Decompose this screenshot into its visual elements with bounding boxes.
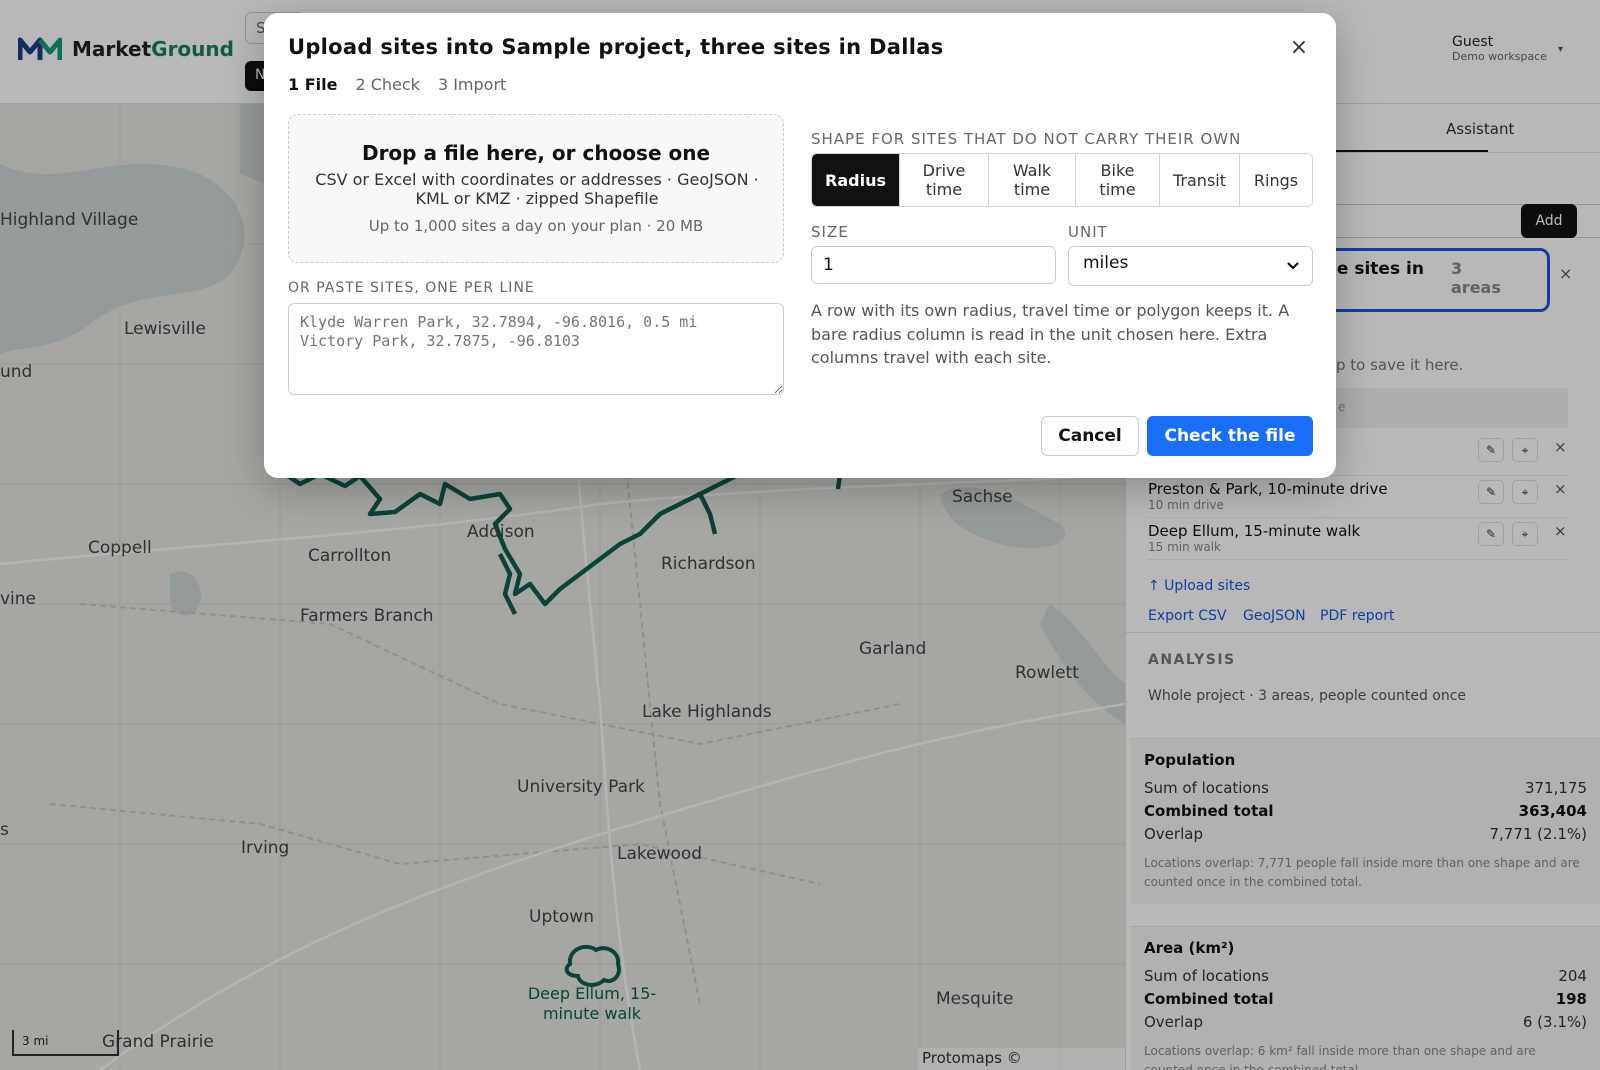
unit-value: miles <box>1083 253 1129 273</box>
size-label: SIZE <box>811 223 849 241</box>
shape-help-text: A row with its own radius, travel time o… <box>811 301 1290 367</box>
size-input[interactable] <box>811 246 1056 284</box>
dropzone-limit: Up to 1,000 sites a day on your plan · 2… <box>368 217 704 235</box>
unit-select[interactable]: miles <box>1068 246 1313 286</box>
dropzone-title: Drop a file here, or choose one <box>361 141 711 165</box>
shape-selector: Radius Drive time Walk time Bike time Tr… <box>811 153 1313 207</box>
paste-sites-textarea[interactable] <box>288 303 784 395</box>
upload-dialog: Upload sites into Sample project, three … <box>264 13 1336 478</box>
step-check: 2 Check <box>355 75 420 94</box>
chevron-down-icon <box>1287 262 1299 270</box>
shape-radius-button[interactable]: Radius <box>812 154 900 206</box>
unit-label: UNIT <box>1068 223 1108 241</box>
shape-label: SHAPE FOR SITES THAT DO NOT CARRY THEIR … <box>811 130 1242 148</box>
step-file: 1 File <box>288 75 338 94</box>
shape-bike-time-button[interactable]: Bike time <box>1076 154 1160 206</box>
check-file-button[interactable]: Check the file <box>1147 416 1313 456</box>
dropzone-formats: CSV or Excel with coordinates or address… <box>315 170 759 208</box>
shape-walk-time-button[interactable]: Walk time <box>989 154 1076 206</box>
shape-rings-button[interactable]: Rings <box>1240 154 1312 206</box>
paste-label: OR PASTE SITES, ONE PER LINE <box>288 280 535 296</box>
shape-transit-button[interactable]: Transit <box>1160 154 1240 206</box>
step-import: 3 Import <box>437 75 507 94</box>
cancel-button[interactable]: Cancel <box>1041 416 1139 456</box>
file-dropzone[interactable]: Drop a file here, or choose one CSV or E… <box>288 114 784 263</box>
shape-drive-time-button[interactable]: Drive time <box>900 154 989 206</box>
close-icon[interactable]: × <box>1284 33 1314 63</box>
dialog-title: Upload sites into Sample project, three … <box>288 35 944 59</box>
stepper: 1 File 2 Check 3 Import <box>288 75 506 94</box>
